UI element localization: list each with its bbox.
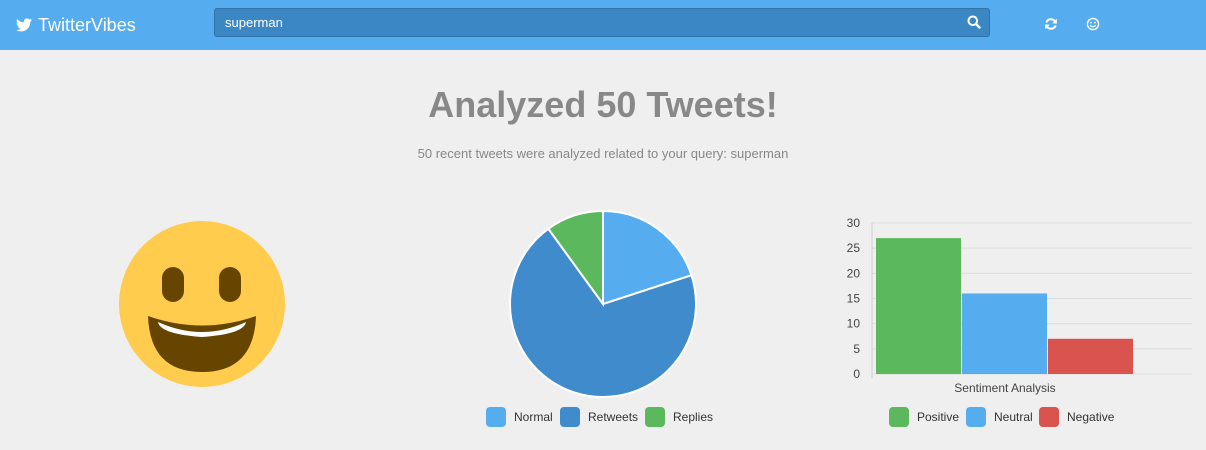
y-tick-label: 5 — [853, 342, 860, 356]
sentiment-bar-chart: 0 5 10 15 20 25 30 Sentiment Analysis — [847, 216, 1192, 395]
legend-swatch — [645, 407, 665, 427]
navbar: TwitterVibes — [0, 0, 1206, 50]
pie-legend-retweets[interactable]: Retweets — [560, 407, 638, 427]
twitter-bird-icon — [16, 18, 32, 32]
bar-negative[interactable] — [1048, 338, 1133, 374]
legend-label: Normal — [514, 410, 553, 424]
bar-neutral[interactable] — [962, 293, 1047, 374]
legend-swatch — [560, 407, 580, 427]
x-category-label: Sentiment Analysis — [954, 381, 1055, 395]
legend-swatch — [1039, 407, 1059, 427]
legend-label: Negative — [1067, 410, 1115, 424]
smiley-icon[interactable] — [1084, 15, 1102, 33]
tweet-type-pie-chart — [509, 209, 697, 398]
y-tick-label: 25 — [847, 241, 861, 255]
y-tick-label: 20 — [847, 266, 861, 280]
page-subtitle: 50 recent tweets were analyzed related t… — [417, 146, 789, 161]
page-title: Analyzed 50 Tweets! — [428, 84, 778, 125]
brand-link[interactable]: TwitterVibes — [16, 13, 136, 37]
search-input[interactable] — [215, 9, 975, 36]
y-tick-label: 15 — [847, 292, 861, 306]
y-tick-label: 0 — [853, 367, 860, 381]
legend-label: Neutral — [994, 410, 1033, 424]
y-tick-label: 30 — [847, 216, 861, 230]
bar-legend-negative[interactable]: Negative — [1039, 407, 1114, 427]
legend-label: Retweets — [588, 410, 639, 424]
pie-legend-normal[interactable]: Normal — [486, 407, 553, 427]
brand-name: TwitterVibes — [38, 14, 136, 35]
bar-positive[interactable] — [876, 238, 961, 374]
search-icon[interactable] — [967, 15, 981, 34]
legend-swatch — [889, 407, 909, 427]
legend-label: Positive — [917, 410, 960, 424]
search-box — [214, 8, 990, 37]
bar-legend-positive[interactable]: Positive — [889, 407, 959, 427]
pie-legend-replies[interactable]: Replies — [645, 407, 713, 427]
legend-label: Replies — [673, 410, 714, 424]
refresh-icon[interactable] — [1042, 15, 1060, 33]
legend-swatch — [486, 407, 506, 427]
bar-legend-neutral[interactable]: Neutral — [966, 407, 1033, 427]
legend-swatch — [966, 407, 986, 427]
grinning-face-icon — [119, 221, 285, 387]
y-tick-label: 10 — [847, 317, 861, 331]
